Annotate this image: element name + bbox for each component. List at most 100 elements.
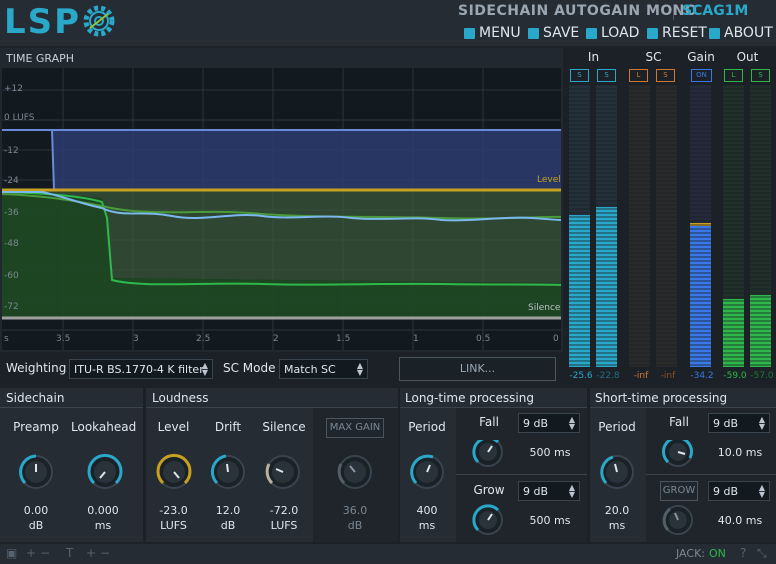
silence-label: Silence [528,303,561,313]
spin-arrows-icon: ▲ ▼ [568,415,575,431]
divider [0,407,143,408]
plugin-title: SIDECHAIN AUTOGAIN MONO [458,3,698,19]
menu-label: MENU [479,25,521,41]
lt-period-value-number: 400 [416,504,438,517]
sc-listen-button[interactable]: L [629,69,648,82]
st-fall-select[interactable]: 9 dB ▲ ▼ [708,413,770,433]
status-bar [0,544,776,564]
save-button[interactable]: SAVE [528,24,579,42]
help-icon[interactable]: ? [740,546,746,560]
preamp-unit: dB [28,519,44,532]
st-fall-combo-value: 9 dB [713,417,739,430]
silence-value-number: -72.0 [269,504,299,517]
font-icon[interactable]: T [66,546,73,560]
sc-mode-select[interactable]: Match SC ▲ ▼ [279,359,368,379]
level-unit: LUFS [160,519,187,532]
meter-in-title: In [587,50,600,64]
menu-button[interactable]: MENU [464,24,521,42]
sc-mode-value: Match SC [284,363,336,376]
meter-sc-title: SC [645,50,662,64]
max-gain-button[interactable]: MAX GAIN [326,418,384,438]
silence-knob-label: Silence [262,420,306,434]
x-tick: s [4,334,9,344]
spin-arrows-icon: ▲ ▼ [356,361,363,377]
window-icon[interactable]: ▣ [6,546,17,560]
level-label: Level [537,175,561,185]
load-button[interactable]: LOAD [586,24,639,42]
in-value: -25.6 [569,371,593,381]
about-label: ABOUT [724,25,773,41]
drift-knob-label: Drift [214,420,242,434]
preamp-value-number: 0.00 [23,504,49,517]
y-tick: -24 [4,176,19,186]
gain-value: -34.2 [690,371,714,381]
reset-button[interactable]: RESET [647,24,707,42]
y-tick: 0 LUFS [4,113,35,123]
lt-fall-select[interactable]: 9 dB ▲ ▼ [518,413,580,433]
weighting-value: ITU-R BS.1770-4 K filter [74,363,204,376]
silence-value: -72.0 LUFS [256,503,312,533]
st-period-label: Period [598,420,636,434]
font-decrease-icon[interactable]: − [100,546,110,560]
save-icon [528,27,539,39]
y-tick: +12 [4,84,23,94]
lookahead-value: 0.000 ms [71,503,135,533]
zoom-in-icon[interactable]: + [26,546,36,560]
x-tick: 0 [553,334,559,344]
x-tick: 3 [133,334,139,344]
sc-value: -inf [660,371,676,381]
lookahead-unit: ms [94,519,112,532]
lookahead-label: Lookahead [71,420,137,434]
in-solo-button[interactable]: S [570,69,589,82]
title-separator [673,4,674,20]
meter-out-title: Out [736,50,759,64]
about-icon [709,27,720,39]
save-label: SAVE [543,25,580,41]
about-button[interactable]: ABOUT [709,24,773,42]
level-knob-label: Level [157,420,190,434]
st-period-value-number: 20.0 [604,504,630,517]
link-button[interactable]: LINK... [399,357,556,381]
level-meters [566,85,776,367]
spin-arrows-icon: ▲ ▼ [758,415,765,431]
sc-solo-button[interactable]: S [656,69,675,82]
font-increase-icon[interactable]: + [86,546,96,560]
resize-icon[interactable]: ⤡ [757,546,767,561]
menu-icon [464,27,475,39]
y-tick: -48 [4,239,19,249]
preamp-value: 0.00 dB [5,503,67,533]
out-solo-button[interactable]: S [751,69,770,82]
gain-on-button[interactable]: ON [691,69,712,82]
st-period-unit: ms [608,519,626,532]
drift-value-number: 12.0 [215,504,241,517]
y-tick: -72 [4,302,19,312]
y-tick: -60 [4,271,19,281]
x-tick: 1 [413,334,419,344]
jack-status[interactable]: ON [709,547,726,560]
level-value: -23.0 LUFS [146,503,201,533]
in-solo-button[interactable]: S [597,69,616,82]
sc-value: -inf [633,371,649,381]
lsp-logo: LSP [4,2,82,42]
reset-label: RESET [662,25,707,41]
time-graph-canvas [1,68,562,350]
preamp-knob [19,454,53,489]
weighting-select[interactable]: ITU-R BS.1770-4 K filter ▲ ▼ [69,359,213,379]
x-tick: 2 [273,334,279,344]
spin-arrows-icon: ▲ ▼ [201,361,208,377]
out-listen-button[interactable]: L [724,69,743,82]
silence-unit: LUFS [270,519,298,532]
x-tick: 3.5 [56,334,71,344]
max-gain-value: 36.0 dB [326,503,384,533]
x-tick: 2.5 [196,334,211,344]
plugin-id: SCAG1M [682,3,749,19]
sc-mode-label: SC Mode [223,361,276,375]
level-value-number: -23.0 [159,504,188,517]
lt-period-label: Period [408,420,446,434]
x-tick: 0.5 [476,334,491,344]
lt-fall-combo-value: 9 dB [523,417,549,430]
drift-unit: dB [220,519,236,532]
long-time-title: Long-time processing [405,391,534,405]
zoom-out-icon[interactable]: − [40,546,50,560]
drift-value: 12.0 dB [202,503,254,533]
